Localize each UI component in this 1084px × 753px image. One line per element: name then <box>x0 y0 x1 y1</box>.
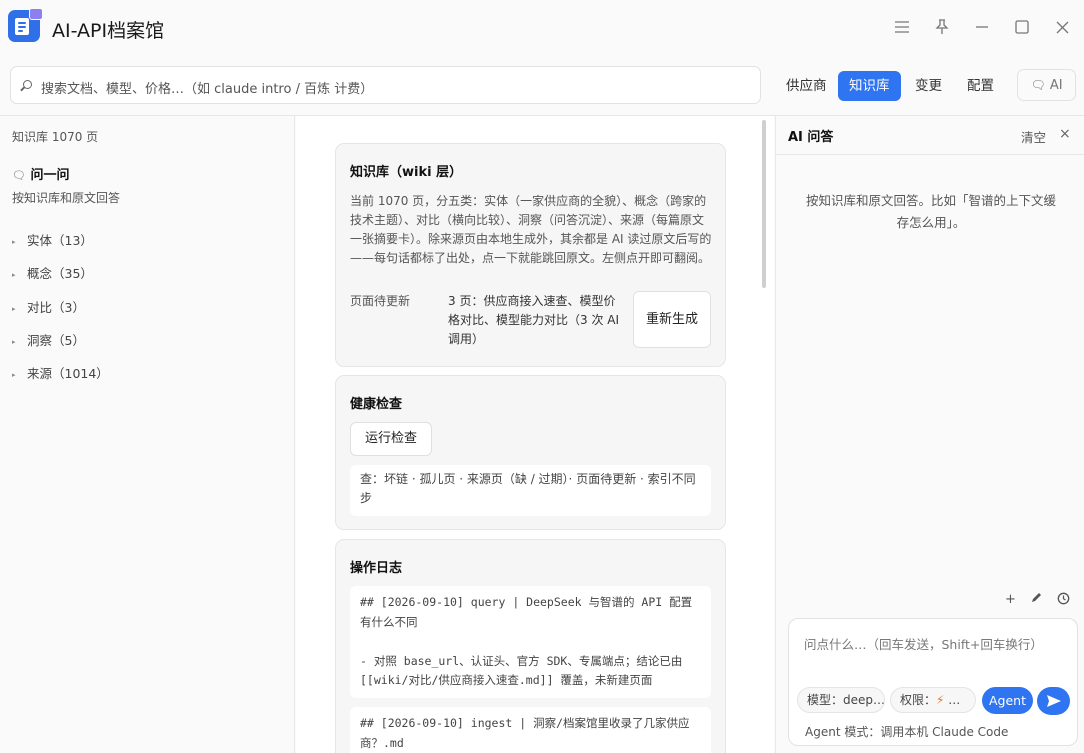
caret-right-icon: ▸ <box>12 370 16 379</box>
nav-tab-providers[interactable]: 供应商 <box>775 71 838 101</box>
bolt-icon: ⚡︎ <box>936 693 945 707</box>
composer: 问点什么…（回车发送，Shift+回车换行） 模型：deep… 权限：⚡︎ … … <box>788 618 1078 746</box>
question-input[interactable]: 问点什么…（回车发送，Shift+回车换行） <box>804 634 1043 653</box>
pending-label: 页面待更新 <box>350 294 411 308</box>
wiki-card-title: 知识库（wiki 层） <box>350 165 463 180</box>
agent-mode-text: Agent 模式：调用本机 Claude Code <box>805 725 1009 739</box>
permission-value: … <box>948 693 961 707</box>
run-check-button[interactable]: 运行检查 <box>350 422 432 456</box>
chat-bubble-icon: 🗨︎ <box>1030 78 1046 92</box>
wiki-card: 知识库（wiki 层） 当前 1070 页，分五类：实体（一家供应商的全貌）、概… <box>335 143 726 367</box>
menu-icon[interactable] <box>889 14 915 40</box>
sidebar-item-label: 概念（35） <box>27 266 93 281</box>
main-content: 知识库（wiki 层） 当前 1070 页，分五类：实体（一家供应商的全貌）、概… <box>296 116 774 753</box>
clear-button[interactable]: 清空 <box>1021 127 1046 146</box>
ai-panel-title: AI 问答 <box>788 130 834 145</box>
chat-bubble-icon: 🗨︎ <box>12 169 26 182</box>
caret-right-icon: ▸ <box>12 237 16 246</box>
wiki-description: 当前 1070 页，分五类：实体（一家供应商的全貌）、概念（跨家的技术主题）、对… <box>350 194 712 265</box>
sidebar-item-comparisons[interactable]: ▸ 对比（3） <box>12 297 85 316</box>
nav-tab-knowledge-base[interactable]: 知识库 <box>838 71 901 101</box>
page-count: 知识库 1070 页 <box>12 130 99 144</box>
ai-panel-divider <box>776 154 1084 155</box>
ask-subtitle: 按知识库和原文回答 <box>12 191 121 205</box>
sidebar-item-insights[interactable]: ▸ 洞察（5） <box>12 330 85 349</box>
caret-right-icon: ▸ <box>12 270 16 279</box>
minimize-icon[interactable] <box>969 14 995 40</box>
ai-hint: 按知识库和原文回答。比如「智谱的上下文缓存怎么用」。 <box>805 193 1056 230</box>
log-card-title: 操作日志 <box>350 561 403 576</box>
send-icon <box>1047 695 1061 707</box>
sidebar-item-label: 洞察（5） <box>27 333 85 348</box>
send-button[interactable] <box>1037 687 1070 715</box>
ask-entry[interactable]: 🗨︎ 问一问 <box>12 164 70 183</box>
search-icon <box>23 80 32 89</box>
ai-toggle-button[interactable]: 🗨︎ AI <box>1017 69 1076 101</box>
app-title: AI-API档案馆 <box>52 20 165 42</box>
sidebar: 知识库 1070 页 🗨︎ 问一问 按知识库和原文回答 ▸ 实体（13） ▸ 概念（… <box>0 116 295 753</box>
sidebar-item-label: 来源（1014） <box>27 366 109 381</box>
search-placeholder: 搜索文档、模型、价格…（如 claude intro / 百炼 计费） <box>41 82 374 97</box>
sidebar-item-sources[interactable]: ▸ 来源（1014） <box>12 363 109 382</box>
scrollbar[interactable] <box>762 120 766 288</box>
close-window-icon[interactable] <box>1049 14 1075 40</box>
sidebar-item-entities[interactable]: ▸ 实体（13） <box>12 230 93 249</box>
nav-tab-changes[interactable]: 变更 <box>904 71 953 101</box>
regenerate-button[interactable]: 重新生成 <box>633 291 711 348</box>
permission-select[interactable]: 权限：⚡︎ … <box>890 687 976 713</box>
caret-right-icon: ▸ <box>12 337 16 346</box>
ask-title: 问一问 <box>30 168 70 183</box>
permission-label: 权限： <box>900 693 937 707</box>
ai-toggle-label: AI <box>1049 78 1063 93</box>
caret-right-icon: ▸ <box>12 304 16 313</box>
pin-icon[interactable] <box>929 14 955 40</box>
agent-toggle-button[interactable]: Agent <box>982 687 1033 714</box>
ai-panel: AI 问答 清空 × 按知识库和原文回答。比如「智谱的上下文缓存怎么用」。 + … <box>775 116 1084 753</box>
edit-icon[interactable] <box>1030 592 1042 608</box>
search-input[interactable]: 搜索文档、模型、价格…（如 claude intro / 百炼 计费） <box>10 66 761 104</box>
health-card-title: 健康检查 <box>350 397 403 412</box>
maximize-icon[interactable] <box>1009 14 1035 40</box>
sidebar-item-concepts[interactable]: ▸ 概念（35） <box>12 263 93 282</box>
sidebar-item-label: 对比（3） <box>27 300 85 315</box>
log-entry: ## [2026-09-10] query | DeepSeek 与智谱的 AP… <box>350 586 711 698</box>
health-checks-list: 查：坏链 · 孤儿页 · 来源页（缺 / 过期）· 页面待更新 · 索引不同步 <box>350 465 711 516</box>
close-icon[interactable]: × <box>1059 126 1071 142</box>
log-card: 操作日志 ## [2026-09-10] query | DeepSeek 与智… <box>335 539 726 753</box>
pending-value: 3 页：供应商接入速查、模型价格对比、模型能力对比（3 次 AI 调用） <box>448 294 620 346</box>
plus-icon[interactable]: + <box>1005 592 1016 607</box>
log-entry: ## [2026-09-10] ingest | 洞察/档案馆里收录了几家供应商… <box>350 707 711 753</box>
app-logo-icon <box>8 8 43 42</box>
sidebar-item-label: 实体（13） <box>27 233 93 248</box>
nav-tab-settings[interactable]: 配置 <box>956 71 1005 101</box>
model-select[interactable]: 模型：deep… <box>797 687 885 713</box>
health-card: 健康检查 运行检查 查：坏链 · 孤儿页 · 来源页（缺 / 过期）· 页面待更… <box>335 375 726 530</box>
history-icon[interactable] <box>1057 592 1070 609</box>
title-bar: AI-API档案馆 <box>0 0 1084 56</box>
